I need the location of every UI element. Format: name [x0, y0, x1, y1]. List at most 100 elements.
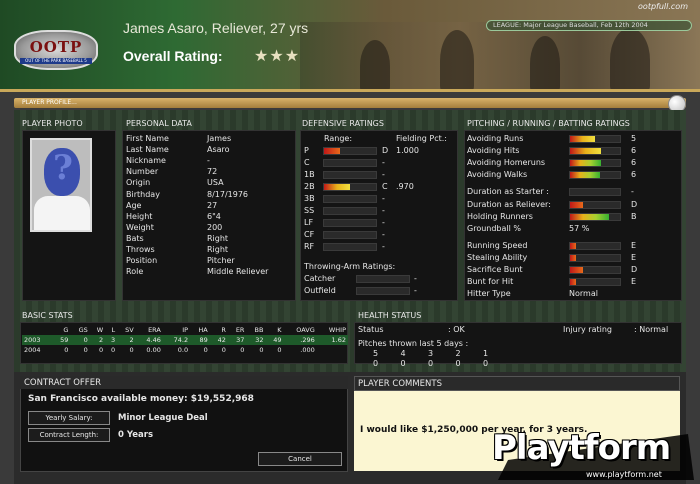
defense-range-bar	[323, 219, 377, 227]
pitching-rating-bar-fill	[570, 267, 583, 273]
health-status-heading: HEALTH STATUS	[358, 311, 422, 320]
stats-cell: 1.62	[331, 336, 346, 344]
pitching-rating-label: Sacrifice Bunt	[467, 265, 523, 274]
pitching-rating-bar-fill	[570, 201, 583, 208]
pitching-rating-value: E	[631, 240, 637, 250]
defense-position-label: 2B	[304, 182, 315, 191]
pitching-rating-bar	[569, 159, 621, 168]
defense-position-label: 3B	[304, 194, 315, 203]
defense-grade: -	[382, 218, 385, 227]
defense-grade: -	[382, 158, 385, 167]
available-money-text: San Francisco available money: $19,552,9…	[28, 394, 254, 404]
yearly-salary-button[interactable]: Yearly Salary:	[28, 411, 110, 425]
pitching-rating-bar	[569, 212, 621, 221]
pitching-ratings-heading: PITCHING / RUNNING / BATTING RATINGS	[467, 119, 630, 128]
pitch-day-count: 0	[455, 359, 461, 368]
defense-grade: C	[382, 182, 388, 191]
pitching-rating-value: E	[631, 277, 637, 287]
defense-range-bar	[323, 195, 377, 203]
contract-length-button[interactable]: Contract Length:	[28, 428, 110, 442]
pitching-rating-label: Bunt for Hit	[467, 277, 514, 287]
personal-field-value: 6"4	[207, 211, 221, 221]
player-profile-bar[interactable]: PLAYER PROFILE...	[14, 98, 686, 108]
player-title: James Asaro, Reliever, 27 yrs	[123, 20, 309, 36]
personal-field-value: James	[207, 134, 232, 143]
pitching-rating-bar	[569, 278, 621, 287]
pitching-rating-bar	[569, 253, 621, 262]
throwing-arm-label: Outfield	[304, 286, 336, 295]
stats-cell: 0	[83, 336, 88, 344]
personal-field-label: Position	[126, 256, 158, 266]
defense-position-label: RF	[304, 242, 315, 251]
defense-position-label: 1B	[304, 170, 315, 179]
banner-player-silhouette	[530, 36, 560, 89]
personal-field-label: Birthday	[126, 189, 160, 199]
pitch-day-label: 4	[400, 349, 406, 358]
pitching-rating-bar	[569, 147, 621, 156]
site-url: ootpfull.com	[638, 2, 688, 11]
pitching-rating-label: Avoiding Homeruns	[467, 158, 546, 168]
stats-cell: 2003	[24, 336, 41, 344]
throwing-arm-value: -	[414, 286, 417, 295]
pitching-rating-value: D	[631, 265, 638, 274]
pitch-day-count: 0	[428, 359, 434, 368]
stats-column-header: W	[96, 326, 104, 334]
player-comments-heading: PLAYER COMMENTS	[358, 379, 442, 389]
stats-cell: 32	[255, 336, 264, 344]
defense-grade: -	[382, 194, 385, 203]
stats-cell: 0	[259, 346, 264, 354]
pitches-thrown-label: Pitches thrown last 5 days :	[358, 339, 469, 348]
stats-column-header: GS	[78, 326, 88, 334]
personal-field-label: Bats	[126, 233, 144, 243]
personal-field-value: Right	[207, 245, 229, 254]
stats-column-header: L	[111, 326, 116, 334]
portrait-shirt	[34, 196, 90, 230]
pitching-rating-value: -	[631, 187, 634, 197]
stats-cell: 0	[240, 346, 245, 354]
pitching-rating-bar-fill	[570, 148, 601, 155]
fielding-pct-value: 1.000	[396, 146, 419, 155]
pitching-rating-value: 57 %	[569, 223, 590, 233]
defense-range-bar	[323, 231, 377, 239]
stats-body: 2003 59 0 2 3 2 4.46 74.2 89 42 37 32 49.296 1.62 2004…	[22, 335, 348, 355]
contract-offer-heading: CONTRACT OFFER	[24, 378, 101, 388]
pitching-rating-label: Holding Runners	[467, 211, 533, 221]
pitching-rating-label: Avoiding Walks	[467, 170, 528, 180]
stats-cell: 0	[277, 346, 282, 354]
health-status-value: : OK	[448, 325, 465, 334]
stats-column-header	[22, 325, 52, 335]
personal-field-value: 27	[207, 200, 218, 210]
pitching-rating-bar	[569, 266, 621, 274]
stats-cell: 4.46	[146, 336, 161, 344]
defense-position-label: CF	[304, 230, 315, 239]
pitching-rating-value: B	[631, 211, 637, 221]
defense-range-bar-fill	[324, 148, 340, 154]
stats-cell: 2004	[24, 346, 41, 354]
cancel-button[interactable]: Cancel	[258, 452, 342, 466]
stats-cell: 2	[129, 336, 134, 344]
defense-position-label: SS	[304, 206, 315, 215]
defense-range-bar	[323, 207, 377, 215]
header-banner	[0, 0, 700, 92]
personal-field-value: Middle Reliever	[207, 267, 269, 277]
personal-field-label: First Name	[126, 134, 169, 143]
pitch-day-label: 1	[483, 349, 489, 358]
stats-column-header: HA	[198, 326, 208, 334]
league-date-pill: LEAGUE: Major League Baseball, Feb 12th …	[486, 20, 692, 31]
stats-row: 2003 59 0 2 3 2 4.46 74.2 89 42 37 32 49.296 1.62	[22, 335, 348, 345]
basic-stats-table: G GS W L SV ERA IP HA R ER BB K OAVG WHIP 2003 59 0 2 3 2 4…	[22, 325, 348, 355]
overall-rating-stars: ★★★	[254, 46, 301, 65]
personal-field-label: Nickname	[126, 156, 166, 166]
stats-header-row: G GS W L SV ERA IP HA R ER BB K OAVG WHIP	[22, 325, 348, 335]
personal-field-value: 72	[207, 167, 218, 177]
stats-row: 2004 0 0 0 0 0 0.00 0.0 0 0 0 0 0.000	[22, 345, 348, 355]
basic-stats-heading: BASIC STATS	[22, 311, 73, 320]
pitching-rating-bar-fill	[570, 242, 576, 249]
defense-grade: -	[382, 206, 385, 215]
health-status-label: Status	[358, 325, 384, 334]
stats-cell: 0	[83, 346, 88, 354]
banner-player-silhouette	[360, 40, 390, 89]
personal-field-label: Age	[126, 200, 142, 210]
pitching-rating-value: Normal	[569, 289, 598, 299]
personal-field-value: -	[207, 156, 210, 166]
